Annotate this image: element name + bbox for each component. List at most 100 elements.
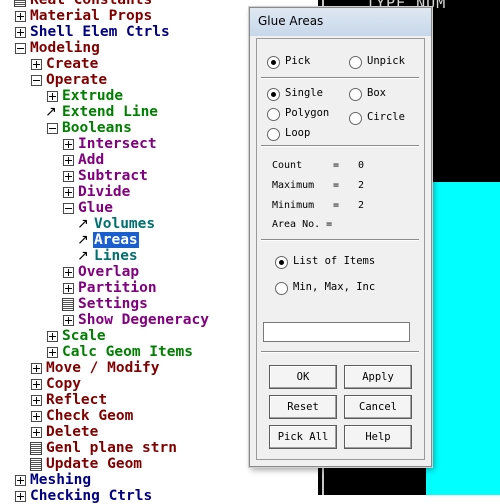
- expand-icon[interactable]: [31, 363, 42, 374]
- expand-icon[interactable]: [47, 91, 58, 102]
- unpick-radio[interactable]: [349, 56, 362, 69]
- tree-item-label: Modeling: [30, 40, 100, 56]
- tree-item-label: Booleans: [62, 120, 132, 136]
- expand-icon[interactable]: [31, 59, 42, 70]
- expand-icon[interactable]: [63, 171, 74, 182]
- count-label: Count: [272, 160, 303, 171]
- document-icon: [30, 458, 42, 471]
- tree-item-label: Reflect: [46, 392, 108, 408]
- unpick-label: Unpick: [367, 55, 405, 67]
- tree-item-label: Partition: [78, 280, 157, 296]
- loop-label: Loop: [285, 127, 311, 139]
- expand-icon[interactable]: [63, 283, 74, 294]
- expand-icon[interactable]: [31, 395, 42, 406]
- expand-icon[interactable]: [15, 475, 26, 486]
- maximum-value: 2: [358, 180, 365, 191]
- equals-sign: =: [333, 180, 340, 191]
- tree-item-label: Real Constants: [30, 0, 153, 8]
- item-entry-input[interactable]: [263, 322, 410, 342]
- tree-item-label: Divide: [78, 184, 131, 200]
- document-icon: [62, 298, 74, 311]
- equals-sign: =: [333, 200, 340, 211]
- model-area-fill[interactable]: [426, 182, 500, 495]
- expand-icon[interactable]: [31, 379, 42, 390]
- dialog-title: Glue Areas: [258, 14, 324, 28]
- command-arrow-icon: ↗: [77, 248, 89, 264]
- single-radio[interactable]: [267, 88, 280, 101]
- equals-sign: =: [333, 160, 340, 171]
- tree-item-label-selected: Areas: [93, 232, 139, 248]
- expand-icon[interactable]: [63, 155, 74, 166]
- area-no-label: Area No. =: [272, 219, 333, 230]
- cancel-button[interactable]: Cancel: [344, 395, 412, 419]
- expand-icon[interactable]: [15, 491, 26, 502]
- help-button[interactable]: Help: [344, 425, 412, 449]
- expand-icon[interactable]: [31, 411, 42, 422]
- loop-radio[interactable]: [267, 128, 280, 141]
- maximum-label: Maximum: [272, 180, 315, 191]
- command-arrow-icon: ↗: [77, 216, 89, 232]
- tree-item-label: Calc Geom Items: [62, 344, 193, 360]
- box-radio[interactable]: [349, 88, 362, 101]
- command-arrow-icon: ↗: [77, 232, 89, 248]
- pick-all-button[interactable]: Pick All: [269, 425, 337, 449]
- polygon-radio[interactable]: [267, 108, 280, 121]
- circle-radio[interactable]: [349, 112, 362, 125]
- tree-item-label: Overlap: [78, 264, 140, 280]
- expand-icon[interactable]: [31, 427, 42, 438]
- tree-item-label: Shell Elem Ctrls: [30, 24, 170, 40]
- tree-item-label: Subtract: [78, 168, 148, 184]
- tree-item-label: Add: [78, 152, 105, 168]
- collapse-icon[interactable]: [47, 123, 58, 134]
- pick-label: Pick: [285, 55, 311, 67]
- tree-item-label: Extend Line: [62, 104, 159, 120]
- glue-areas-dialog: Glue Areas Pick Unpick Single Box Polygo…: [249, 7, 432, 467]
- min-max-inc-radio[interactable]: [275, 282, 288, 295]
- collapse-icon[interactable]: [63, 203, 74, 214]
- tree-item-label: Move / Modify: [46, 360, 160, 376]
- expand-icon[interactable]: [63, 315, 74, 326]
- tree-item-label: Update Geom: [46, 456, 143, 472]
- minimum-label: Minimum: [272, 200, 315, 211]
- ok-button[interactable]: OK: [269, 365, 337, 389]
- document-icon: [30, 442, 42, 455]
- tree-item-label: Glue: [78, 200, 113, 216]
- tree-item-label: Checking Ctrls: [30, 488, 153, 504]
- tree-item-label: Copy: [46, 376, 81, 392]
- tree-item-label: Check Geom: [46, 408, 134, 424]
- tree-item-label: Show Degeneracy: [78, 312, 209, 328]
- expand-icon[interactable]: [47, 347, 58, 358]
- list-of-items-radio[interactable]: [275, 256, 288, 269]
- tree-item-label: Delete: [46, 424, 99, 440]
- collapse-icon[interactable]: [31, 75, 42, 86]
- tree-item-label: Scale: [62, 328, 106, 344]
- expand-icon[interactable]: [63, 267, 74, 278]
- expand-icon[interactable]: [15, 27, 26, 38]
- tree-item-label: Genl plane strn: [46, 440, 177, 456]
- tree-item-label: Meshing: [30, 472, 92, 488]
- tree-item-label: Material Props: [30, 8, 153, 24]
- tree-item-label: Lines: [94, 248, 138, 264]
- tree-item-label: Settings: [78, 296, 148, 312]
- pick-radio[interactable]: [267, 56, 280, 69]
- expand-icon[interactable]: [63, 187, 74, 198]
- minimum-value: 2: [358, 200, 365, 211]
- apply-button[interactable]: Apply: [344, 365, 412, 389]
- dialog-titlebar[interactable]: Glue Areas: [250, 8, 431, 36]
- document-icon: [14, 0, 26, 7]
- tree-item-label: Operate: [46, 72, 108, 88]
- command-arrow-icon: ↗: [45, 104, 57, 120]
- expand-icon[interactable]: [15, 11, 26, 22]
- tree-item-label: Volumes: [94, 216, 156, 232]
- min-max-inc-label: Min, Max, Inc: [293, 281, 376, 293]
- tree-item-label: Extrude: [62, 88, 124, 104]
- reset-button[interactable]: Reset: [269, 395, 337, 419]
- count-value: 0: [358, 160, 365, 171]
- list-of-items-label: List of Items: [293, 255, 376, 267]
- collapse-icon[interactable]: [15, 43, 26, 54]
- separator: [261, 145, 419, 147]
- single-label: Single: [285, 87, 323, 99]
- expand-icon[interactable]: [47, 331, 58, 342]
- separator: [261, 77, 419, 79]
- expand-icon[interactable]: [63, 139, 74, 150]
